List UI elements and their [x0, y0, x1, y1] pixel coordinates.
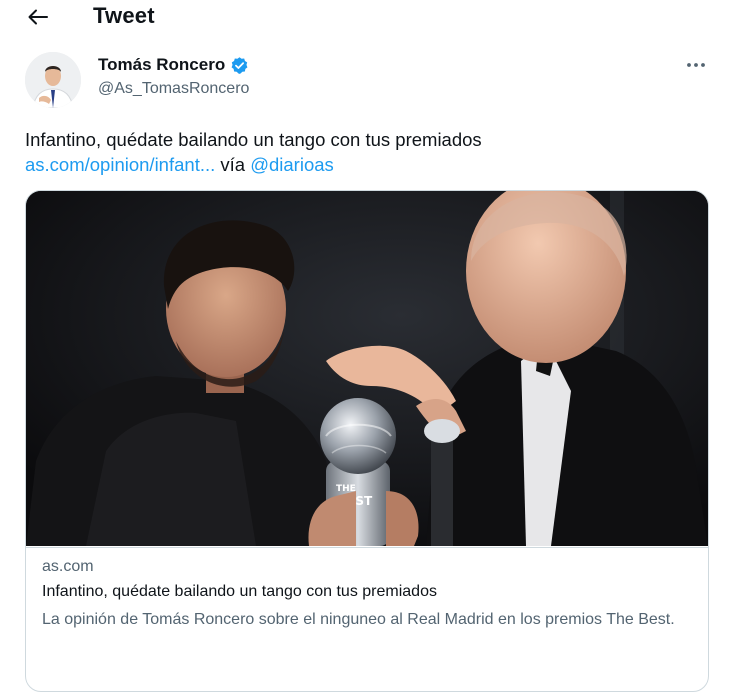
author-name-row: Tomás Roncero: [98, 54, 249, 76]
author-handle[interactable]: @As_TomasRoncero: [98, 80, 249, 98]
avatar-image: [25, 52, 81, 108]
tweet-mention-link[interactable]: @diarioas: [250, 154, 334, 175]
tweet-link-line: as.com/opinion/infant... vía @diarioas: [25, 152, 705, 177]
tweet-text: Infantino, quédate bailando un tango con…: [25, 127, 705, 177]
card-domain: as.com: [42, 558, 94, 575]
arrow-left-icon[interactable]: [26, 6, 50, 28]
tweet-via-text: vía: [215, 154, 251, 175]
card-description: La opinión de Tomás Roncero sobre el nin…: [42, 611, 675, 628]
tweet-header: Tweet: [0, 0, 729, 36]
avatar[interactable]: [25, 52, 81, 108]
card-image: THE BEST: [26, 191, 708, 546]
link-preview-card[interactable]: THE BEST as.com Infantino, quédate baila…: [25, 190, 709, 692]
page-title: Tweet: [93, 3, 155, 28]
card-meta: as.com Infantino, quédate bailando un ta…: [26, 547, 708, 691]
tweet-text-body: Infantino, quédate bailando un tango con…: [25, 129, 482, 150]
author-name[interactable]: Tomás Roncero: [98, 55, 225, 75]
card-title: Infantino, quédate bailando un tango con…: [42, 583, 437, 600]
verified-badge-icon: [231, 56, 248, 74]
tweet-article-link[interactable]: as.com/opinion/infant...: [25, 154, 215, 175]
more-horizontal-icon[interactable]: [685, 58, 707, 72]
